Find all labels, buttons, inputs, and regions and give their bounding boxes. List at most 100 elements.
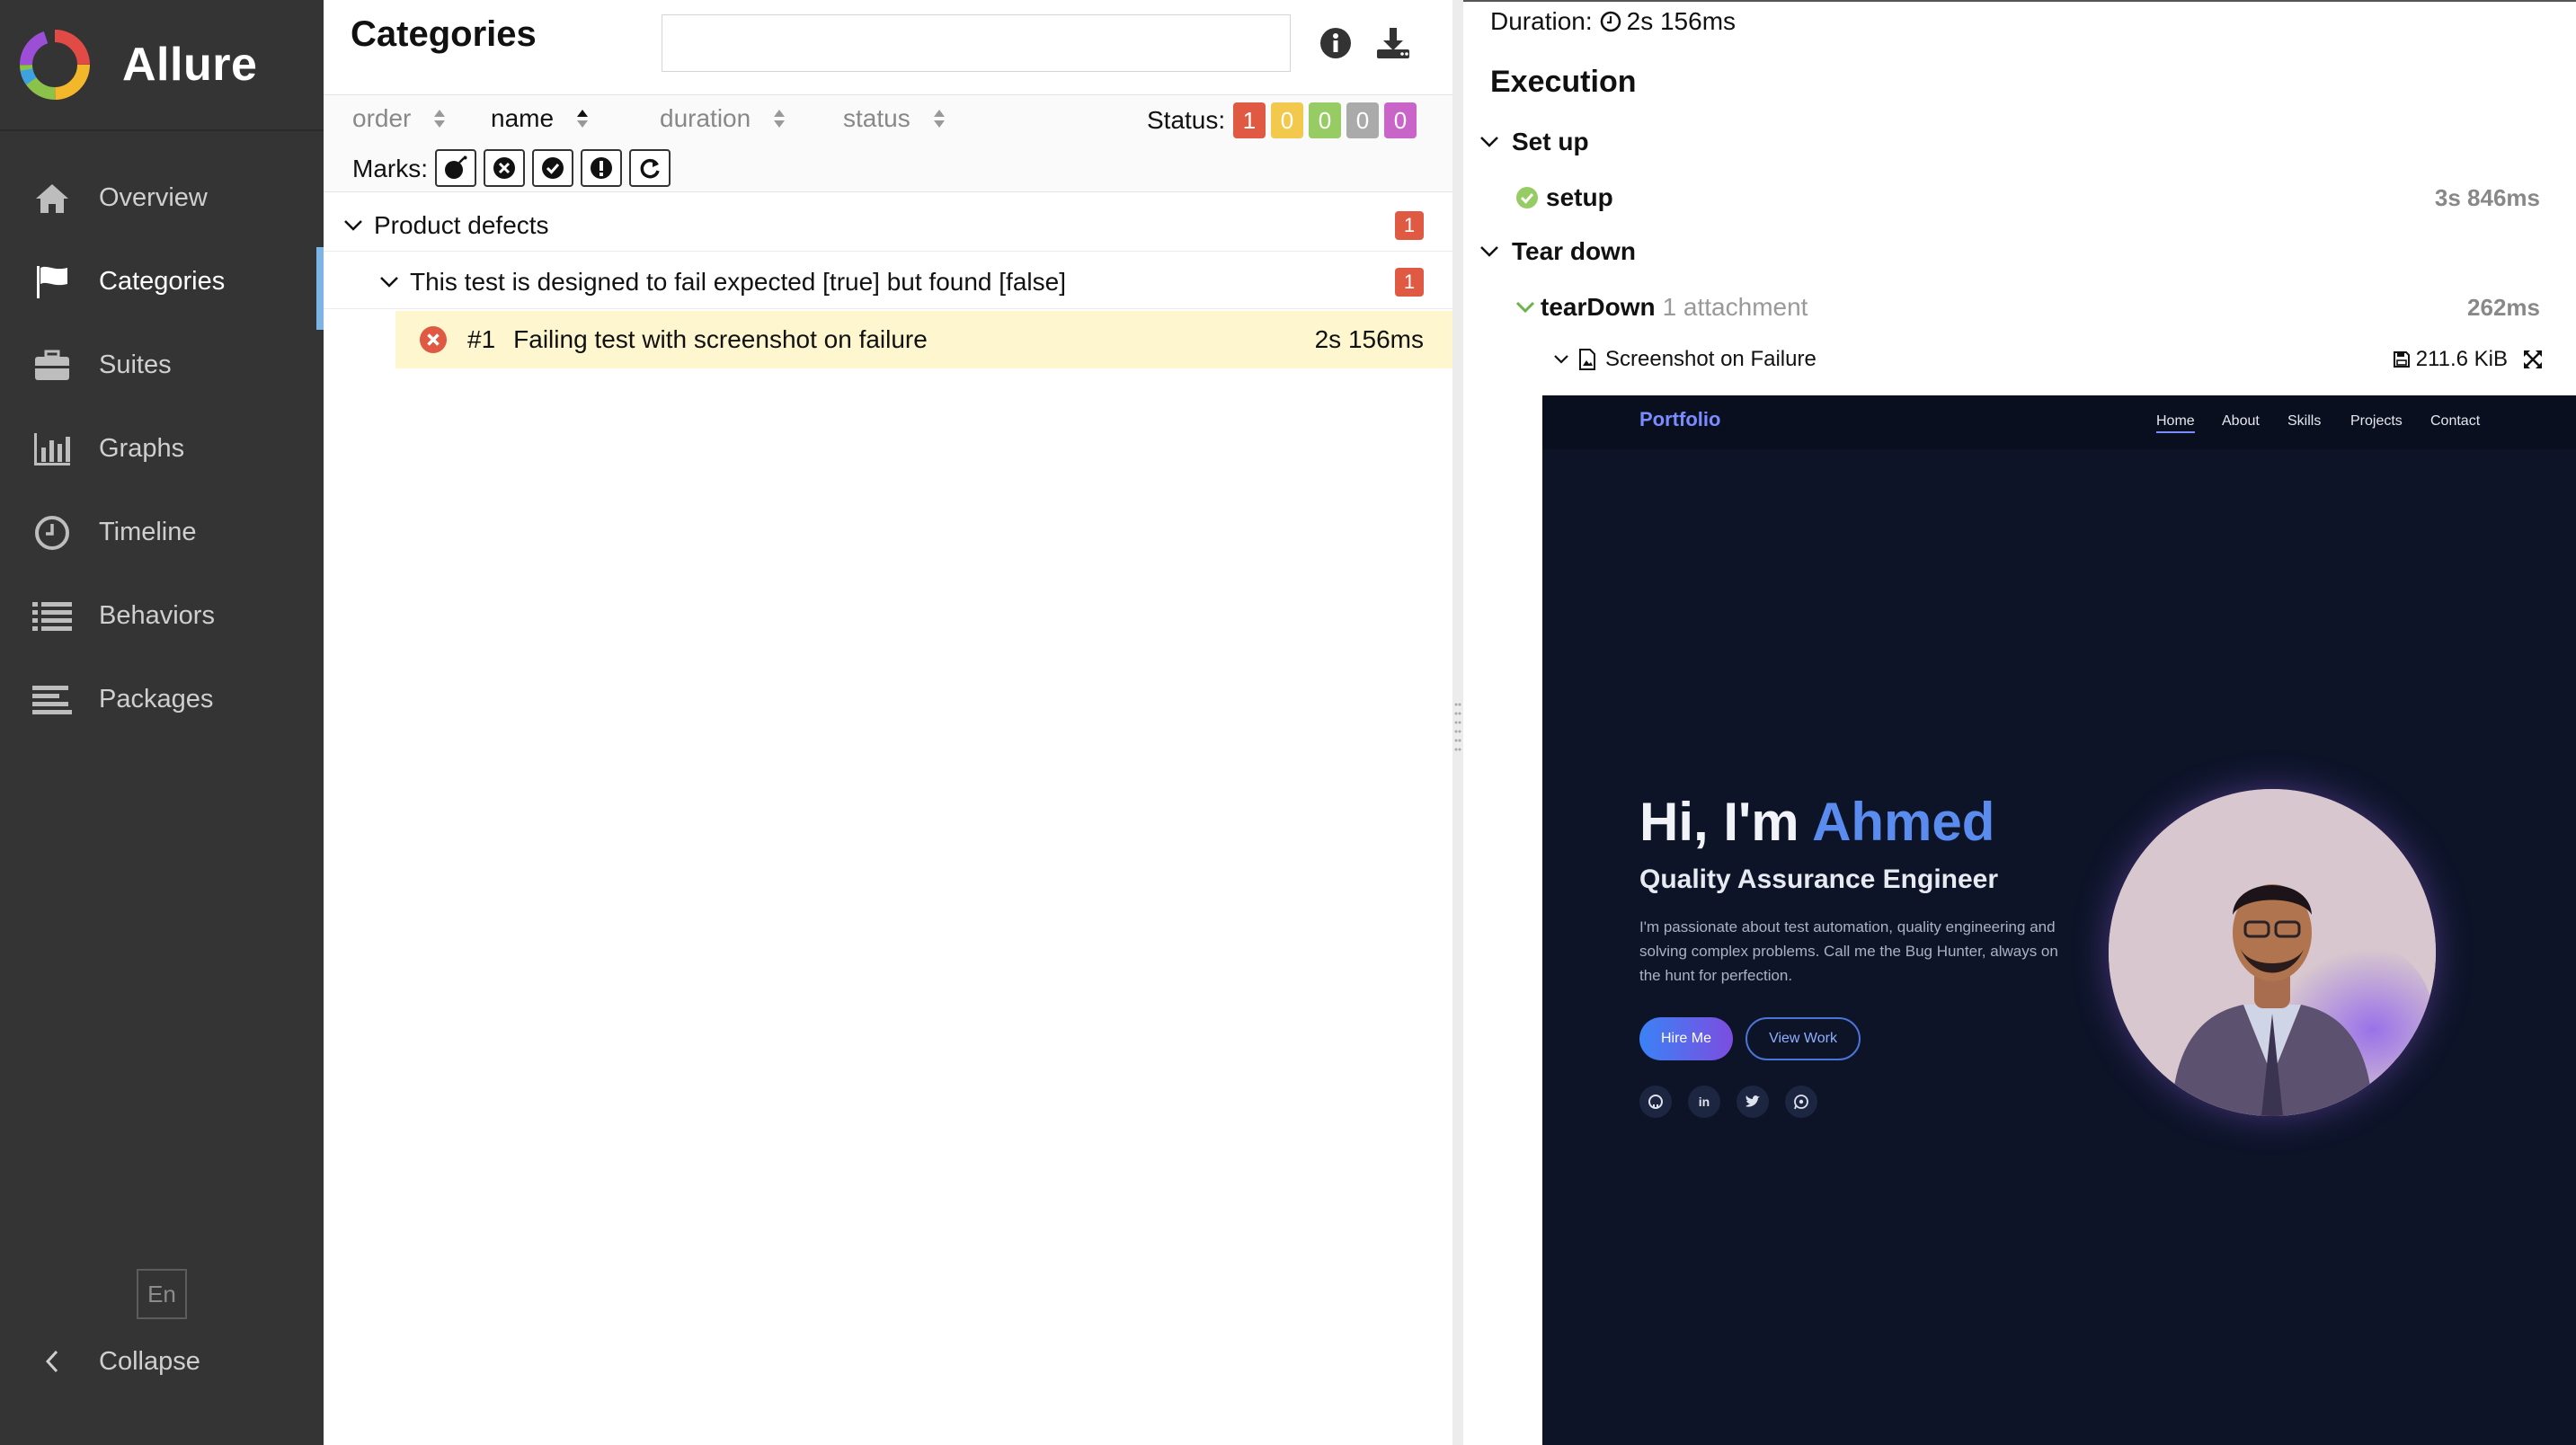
teardown-step-row[interactable]: tearDown 1 attachment 262ms: [1515, 293, 2558, 322]
clock-icon: [32, 513, 72, 553]
sort-status-label: status: [843, 104, 910, 132]
sort-duration[interactable]: duration: [660, 104, 786, 133]
status-unknown-toggle[interactable]: 0: [1384, 102, 1417, 138]
info-icon[interactable]: [1316, 23, 1355, 63]
sidebar-item-label: Behaviors: [99, 601, 215, 630]
retries-icon[interactable]: [629, 149, 671, 187]
attachment-count: 1 attachment: [1662, 293, 1808, 321]
test-row[interactable]: #1 Failing test with screenshot on failu…: [395, 311, 1452, 368]
categories-panel: Categories order name duration status St…: [324, 0, 1452, 1445]
chevron-down-icon: [340, 219, 367, 232]
sidebar-item-suites[interactable]: Suites: [0, 324, 324, 407]
collapse-label: Collapse: [99, 1346, 200, 1376]
status-broken-toggle[interactable]: 0: [1271, 102, 1303, 138]
status-skipped-toggle[interactable]: 0: [1346, 102, 1379, 138]
setup-section-toggle[interactable]: Set up: [1479, 128, 1589, 156]
test-name: Failing test with screenshot on failure: [513, 325, 928, 353]
flag-icon: [32, 262, 72, 302]
test-order: #1: [467, 325, 496, 353]
test-duration-info: Duration: 2s 156ms: [1490, 7, 1736, 36]
save-icon: [2393, 351, 2410, 368]
collapse-button[interactable]: Collapse: [32, 1339, 200, 1384]
align-left-icon: [32, 680, 72, 720]
portfolio-nav-home: Home: [2156, 413, 2195, 433]
page-title: Categories: [351, 14, 537, 54]
portfolio-nav-skills: Skills: [2287, 413, 2322, 429]
sidebar-item-label: Suites: [99, 350, 172, 379]
chevron-down-icon: [376, 276, 403, 288]
allure-logo-icon: [20, 30, 90, 100]
new-failed-icon[interactable]: [484, 149, 525, 187]
sort-name[interactable]: name: [491, 104, 590, 133]
drag-handle-icon[interactable]: [1454, 701, 1461, 758]
app-name: Allure: [122, 39, 258, 91]
setup-step-time: 3s 846ms: [2434, 183, 2540, 211]
status-filter-label: Status:: [1147, 106, 1226, 134]
portfolio-view-button: View Work: [1745, 1017, 1861, 1060]
twitter-icon: [1737, 1086, 1769, 1118]
message-text: This test is designed to fail expected […: [410, 267, 1066, 296]
chevron-down-icon: [1480, 246, 1498, 257]
github-icon: [1639, 1086, 1672, 1118]
sort-status[interactable]: status: [843, 104, 946, 133]
setup-step-name: setup: [1546, 183, 1613, 211]
portfolio-bio: I'm passionate about test automation, qu…: [1639, 918, 2058, 984]
attachment-row[interactable]: Screenshot on Failure 211.6 KiB: [1553, 347, 2558, 372]
sort-icon: [933, 110, 945, 128]
list-icon: [32, 597, 72, 636]
sort-asc-icon: [577, 110, 589, 128]
new-broken-icon[interactable]: [581, 149, 622, 187]
failed-status-icon: [419, 325, 448, 354]
sort-order[interactable]: order: [352, 104, 447, 133]
brand[interactable]: Allure: [0, 0, 324, 131]
category-name: Product defects: [374, 210, 549, 239]
sort-bar: order name duration status Status: 1 0 0…: [324, 95, 1452, 146]
sidebar-item-categories[interactable]: Categories: [0, 240, 324, 330]
sort-duration-label: duration: [660, 104, 751, 132]
linkedin-icon: in: [1688, 1086, 1720, 1118]
image-file-icon: [1579, 349, 1595, 370]
language-switch[interactable]: En: [137, 1269, 187, 1319]
duration-label: Duration:: [1490, 7, 1593, 35]
sidebar-item-overview[interactable]: Overview: [0, 156, 324, 240]
sidebar-item-graphs[interactable]: Graphs: [0, 407, 324, 491]
sidebar-item-packages[interactable]: Packages: [0, 658, 324, 741]
expand-icon[interactable]: [2522, 349, 2544, 370]
sidebar-item-behaviors[interactable]: Behaviors: [0, 574, 324, 658]
attachment-screenshot[interactable]: Portfolio Home About Skills Projects Con…: [1542, 395, 2576, 1445]
portfolio-role: Quality Assurance Engineer: [1639, 864, 1999, 894]
duration-value: 2s 156ms: [1626, 7, 1737, 35]
download-icon[interactable]: [1373, 23, 1413, 63]
status-passed-toggle[interactable]: 0: [1309, 102, 1341, 138]
teardown-step-time: 262ms: [2467, 293, 2540, 321]
flaky-bomb-icon[interactable]: [435, 149, 476, 187]
new-passed-icon[interactable]: [532, 149, 573, 187]
home-icon: [32, 179, 72, 218]
portfolio-hire-button: Hire Me: [1639, 1017, 1733, 1060]
clock-icon: [1600, 11, 1621, 32]
sort-icon: [434, 110, 446, 128]
teardown-section-toggle[interactable]: Tear down: [1479, 237, 1636, 266]
status-failed-toggle[interactable]: 1: [1233, 102, 1266, 138]
test-duration: 2s 156ms: [1314, 325, 1424, 353]
message-group-row[interactable]: This test is designed to fail expected […: [324, 255, 1452, 309]
briefcase-icon: [32, 346, 72, 386]
setup-step-row[interactable]: setup 3s 846ms: [1515, 183, 2558, 212]
category-row[interactable]: Product defects 1: [324, 199, 1452, 252]
sort-name-label: name: [491, 104, 555, 132]
setup-section-label: Set up: [1512, 128, 1589, 155]
sidebar-item-label: Timeline: [99, 518, 197, 546]
portfolio-navbar: Portfolio Home About Skills Projects Con…: [1542, 395, 2576, 449]
sidebar-item-timeline[interactable]: Timeline: [0, 491, 324, 574]
sidebar-item-label: Packages: [99, 685, 214, 714]
chevron-down-icon: [1480, 137, 1498, 147]
whatsapp-icon: [1785, 1086, 1817, 1118]
sort-icon: [774, 110, 786, 128]
chevron-down-icon: [1554, 355, 1568, 364]
attachment-size: 211.6 KiB: [2393, 347, 2508, 372]
person-photo-icon: [2109, 789, 2436, 1116]
teardown-section-label: Tear down: [1512, 237, 1636, 265]
attachment-name: Screenshot on Failure: [1605, 347, 1817, 371]
attachment-size-value: 211.6 KiB: [2415, 347, 2508, 371]
search-input[interactable]: [662, 14, 1291, 72]
